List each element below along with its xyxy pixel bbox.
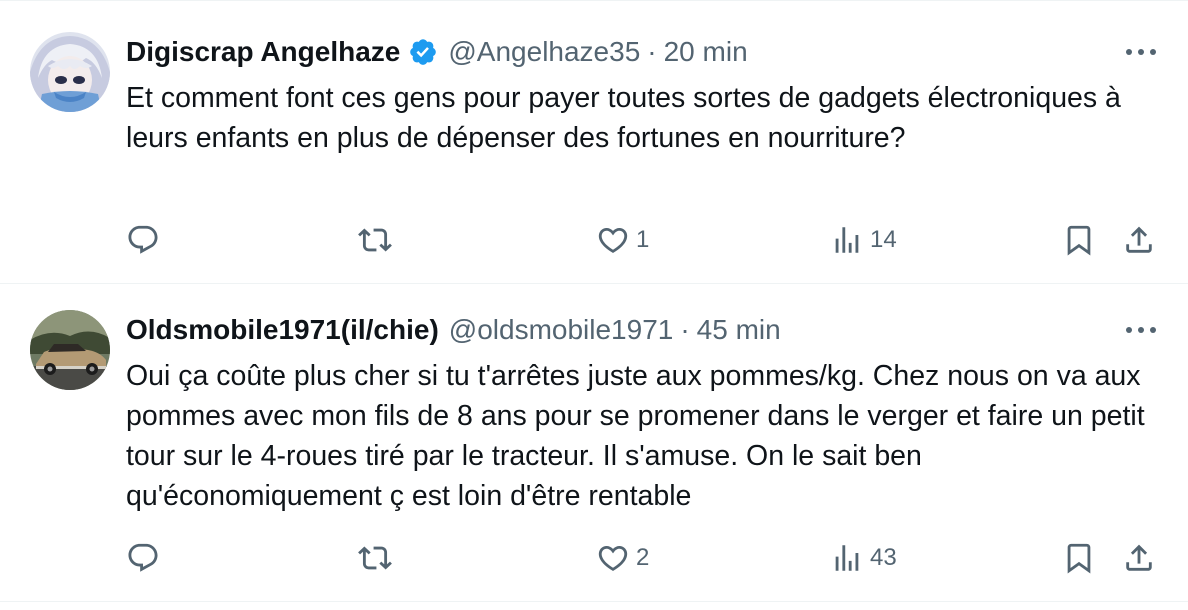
like-icon xyxy=(598,227,628,253)
like-button[interactable]: 2 xyxy=(596,538,649,578)
display-name[interactable]: Digiscrap Angelhaze xyxy=(126,36,400,68)
separator-dot: · xyxy=(680,314,690,345)
views-icon xyxy=(835,545,859,571)
timeline: Digiscrap Angelhaze @Angelhaze35 · 20 mi… xyxy=(0,0,1188,610)
tweet-text: Oui ça coûte plus cher si tu t'arrêtes j… xyxy=(126,360,1145,512)
share-icon xyxy=(1126,544,1152,571)
reply-button[interactable] xyxy=(126,538,166,578)
separator-dot: · xyxy=(647,36,657,67)
display-name[interactable]: Oldsmobile1971(il/chie) xyxy=(126,314,439,346)
user-handle[interactable]: @Angelhaze35 xyxy=(448,36,640,68)
reply-button[interactable] xyxy=(126,220,166,260)
retweet-button[interactable] xyxy=(358,220,398,260)
like-count: 1 xyxy=(636,226,650,253)
retweet-button[interactable] xyxy=(358,538,398,578)
more-icon[interactable] xyxy=(1124,318,1158,342)
views-count: 14 xyxy=(870,226,897,253)
like-icon xyxy=(598,545,628,571)
retweet-icon xyxy=(358,228,392,252)
verified-badge-icon xyxy=(408,37,438,67)
bookmark-icon xyxy=(1067,225,1091,256)
vintage-car-avatar-icon xyxy=(30,310,110,390)
tweet-text: Et comment font ces gens pour payer tout… xyxy=(126,82,1121,154)
tweet[interactable]: Digiscrap Angelhaze @Angelhaze35 · 20 mi… xyxy=(0,6,1188,284)
reply-icon xyxy=(128,543,158,572)
tweet-header: Oldsmobile1971(il/chie) @oldsmobile1971 … xyxy=(126,312,781,348)
reply-icon xyxy=(128,225,158,254)
bookmark-icon xyxy=(1067,543,1091,574)
views-count: 43 xyxy=(870,544,897,571)
views-button[interactable]: 43 xyxy=(830,538,897,578)
like-button[interactable]: 1 xyxy=(596,220,649,260)
more-icon[interactable] xyxy=(1124,40,1158,64)
tweet-actions: 2 43 xyxy=(126,538,1166,578)
tweet-actions: 1 14 xyxy=(126,220,1166,260)
retweet-icon xyxy=(358,546,392,570)
bookmark-button[interactable] xyxy=(1062,538,1096,578)
like-count: 2 xyxy=(636,544,650,571)
views-button[interactable]: 14 xyxy=(830,220,897,260)
user-handle[interactable]: @oldsmobile1971 xyxy=(449,314,674,346)
avatar[interactable] xyxy=(30,310,110,390)
timestamp[interactable]: 45 min xyxy=(697,314,781,346)
share-icon xyxy=(1126,226,1152,253)
share-button[interactable] xyxy=(1122,538,1156,578)
views-icon xyxy=(835,227,859,253)
share-button[interactable] xyxy=(1122,220,1156,260)
tweet[interactable]: Oldsmobile1971(il/chie) @oldsmobile1971 … xyxy=(0,284,1188,602)
tweet-header: Digiscrap Angelhaze @Angelhaze35 · 20 mi… xyxy=(126,34,748,70)
timestamp[interactable]: 20 min xyxy=(664,36,748,68)
anime-avatar-icon xyxy=(30,32,110,112)
avatar[interactable] xyxy=(30,32,110,112)
bookmark-button[interactable] xyxy=(1062,220,1096,260)
divider xyxy=(0,0,1188,1)
